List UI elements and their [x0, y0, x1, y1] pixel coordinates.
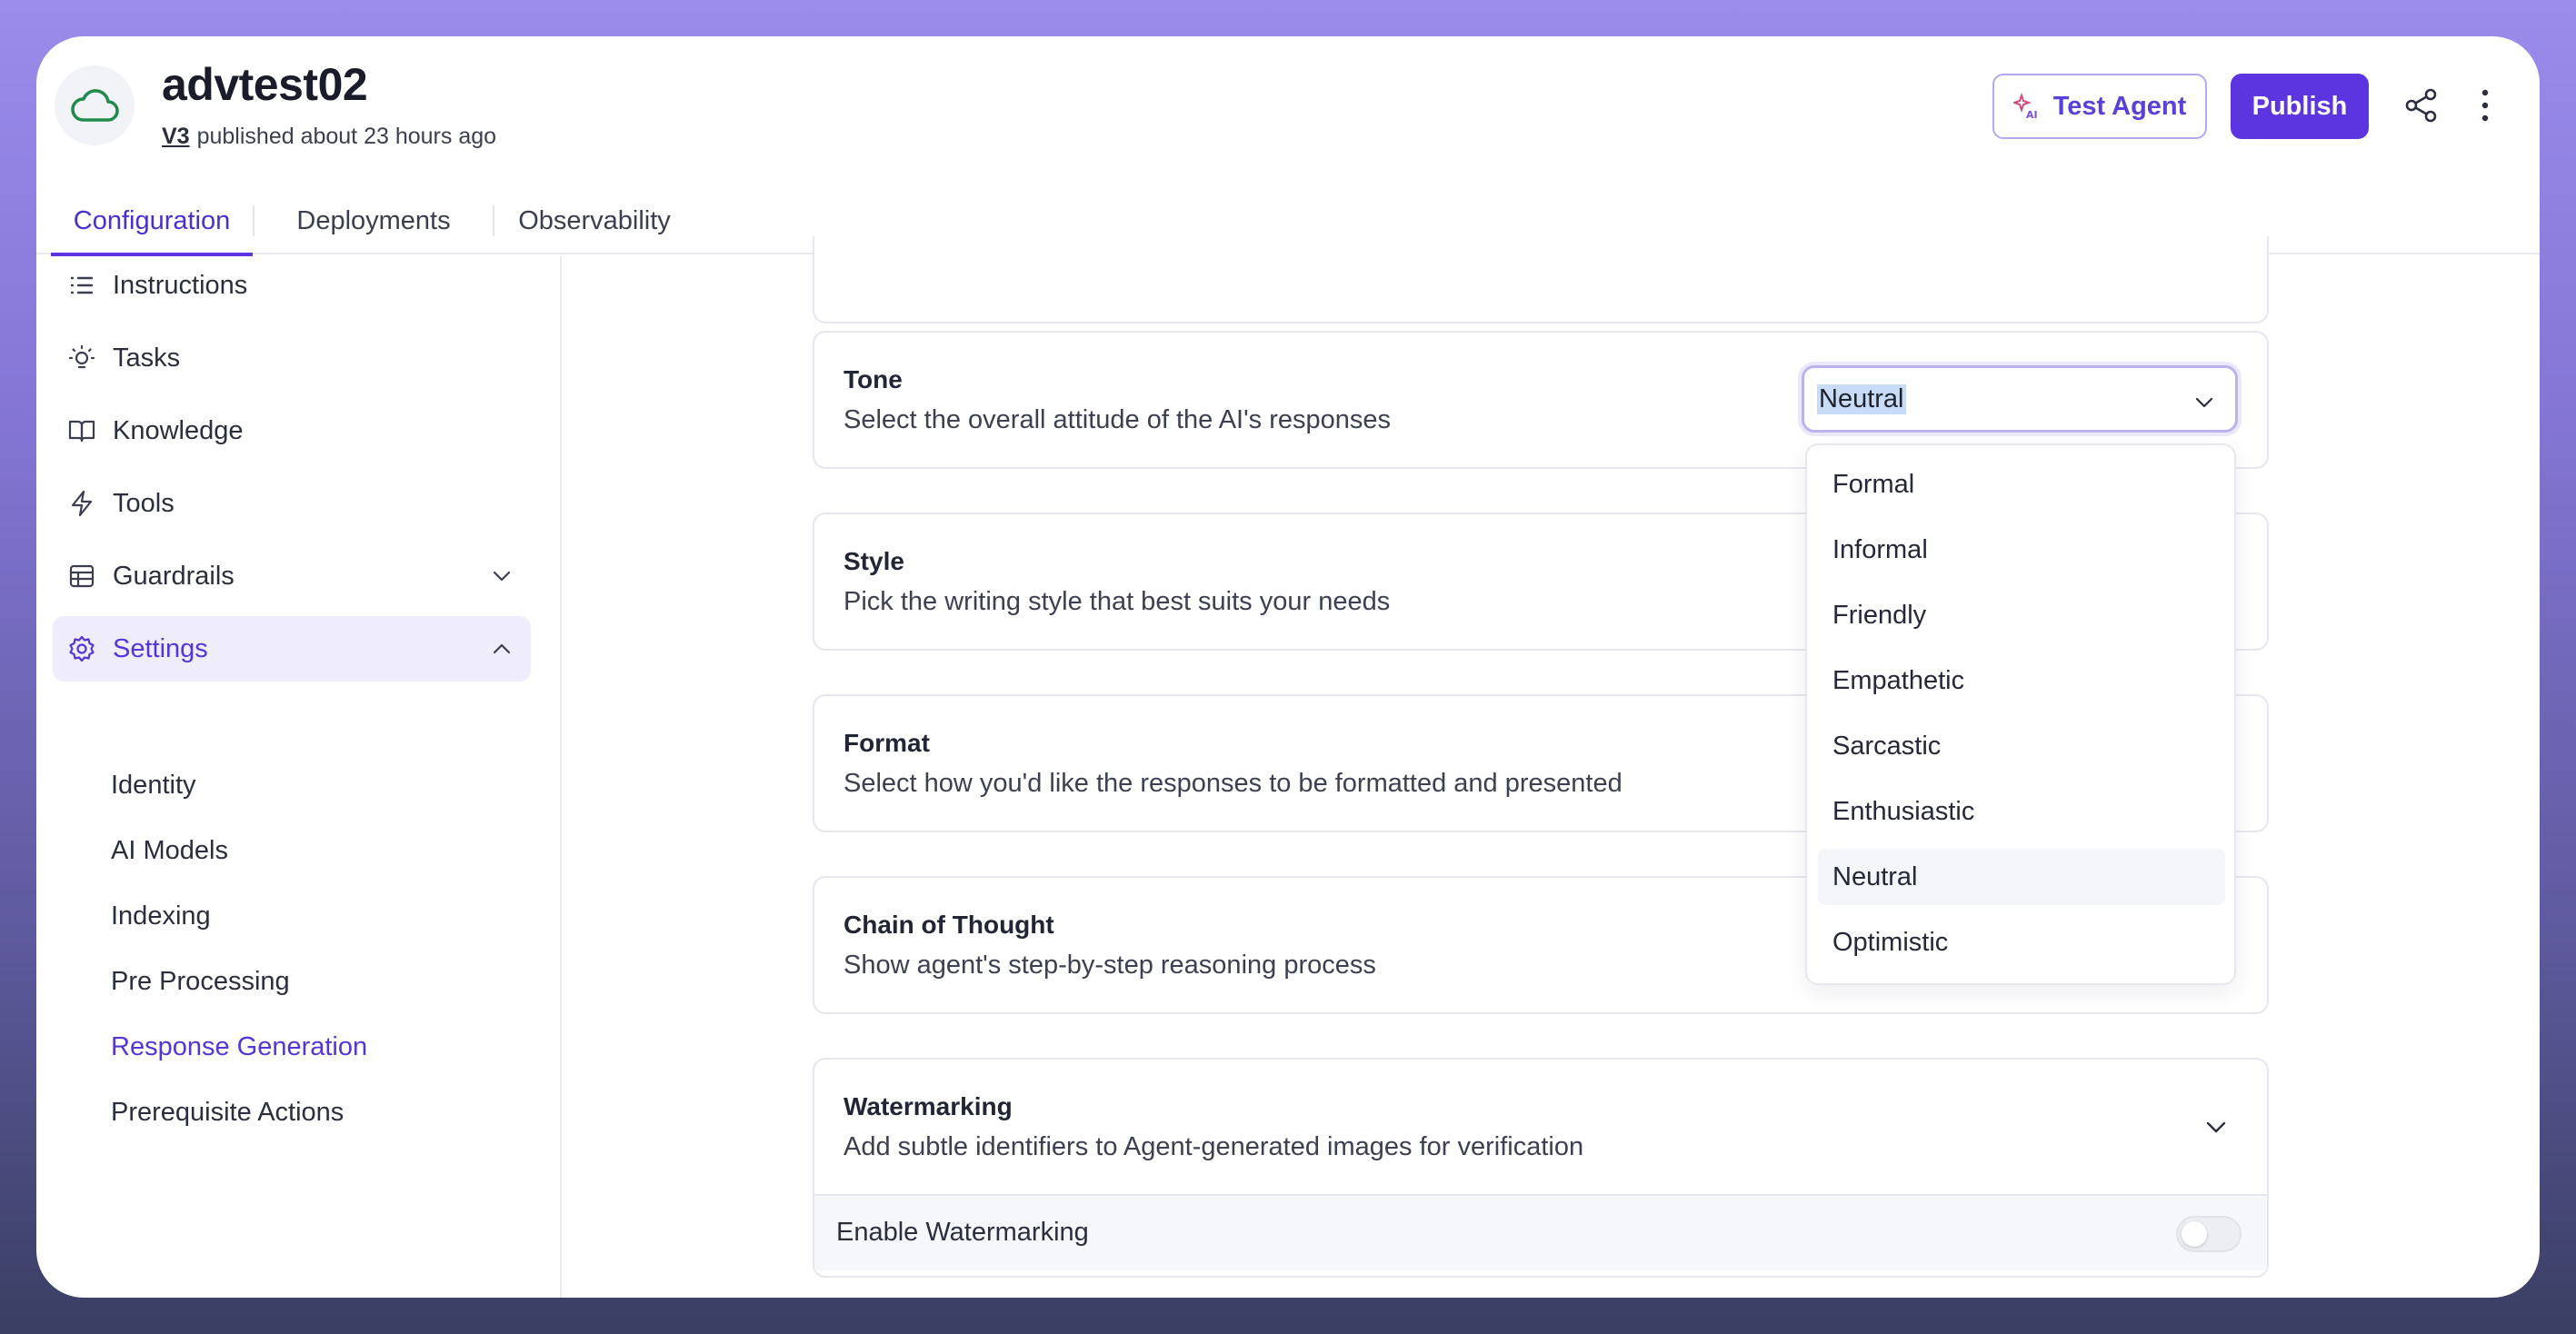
- sidebar-item-settings[interactable]: Settings: [53, 616, 531, 682]
- sidebar-item-knowledge[interactable]: Knowledge: [53, 398, 531, 463]
- previous-setting-card: [813, 236, 2269, 324]
- watermarking-description: Add subtle identifiers to Agent-generate…: [844, 1132, 1584, 1161]
- table-icon: [65, 560, 98, 592]
- enable-watermarking-toggle[interactable]: [2176, 1216, 2242, 1252]
- watermarking-settings: Enable Watermarking: [814, 1194, 2267, 1270]
- publish-status: V3 published about 23 hours ago: [162, 124, 496, 150]
- tone-option-enthusiastic[interactable]: Enthusiastic: [1818, 783, 2225, 840]
- sidebar-item-instructions[interactable]: Instructions: [53, 253, 531, 318]
- sidebar-subitem-prerequisite-actions[interactable]: Prerequisite Actions: [111, 1098, 344, 1128]
- tab-configuration[interactable]: Configuration: [51, 187, 253, 256]
- sidebar-item-label: Settings: [113, 633, 208, 663]
- format-description: Select how you'd like the responses to b…: [844, 769, 1622, 798]
- sidebar-item-label: Knowledge: [113, 415, 244, 445]
- tone-option-formal[interactable]: Formal: [1818, 456, 2225, 513]
- watermarking-title: Watermarking: [844, 1092, 1013, 1120]
- tone-option-neutral[interactable]: Neutral: [1818, 849, 2225, 905]
- book-icon: [65, 414, 98, 447]
- cloud-icon: [71, 89, 119, 122]
- enable-watermarking-label: Enable Watermarking: [836, 1218, 1089, 1247]
- ai-sparkle-icon: AI: [2012, 93, 2038, 120]
- sidebar-item-label: Tasks: [113, 343, 181, 373]
- agent-avatar: [55, 65, 135, 145]
- chain-of-thought-title: Chain of Thought: [844, 911, 1054, 939]
- gear-icon: [65, 632, 98, 665]
- published-text: published about 23 hours ago: [196, 124, 497, 149]
- tone-option-optimistic[interactable]: Optimistic: [1818, 914, 2225, 971]
- sidebar-item-label: Tools: [113, 488, 175, 518]
- version-link[interactable]: V3: [162, 124, 190, 149]
- sidebar: Instructions Tasks Knowledge Tools Guard…: [36, 256, 562, 1298]
- publish-button[interactable]: Publish: [2231, 74, 2369, 139]
- chevron-up-icon: [493, 643, 511, 654]
- tone-option-informal[interactable]: Informal: [1818, 522, 2225, 578]
- test-agent-button[interactable]: AI Test Agent: [1992, 74, 2207, 139]
- sidebar-subitem-response-generation[interactable]: Response Generation: [111, 1032, 367, 1062]
- tone-dropdown-menu: Formal Informal Friendly Empathetic Sarc…: [1805, 443, 2236, 985]
- bolt-icon: [65, 487, 98, 520]
- sidebar-subitem-indexing[interactable]: Indexing: [111, 901, 211, 931]
- tone-option-friendly[interactable]: Friendly: [1818, 587, 2225, 643]
- agent-title: advtest02: [162, 59, 368, 110]
- sidebar-item-guardrails[interactable]: Guardrails: [53, 543, 531, 609]
- lightbulb-icon: [65, 342, 98, 374]
- more-options-icon[interactable]: [2476, 87, 2494, 124]
- sidebar-item-tasks[interactable]: Tasks: [53, 325, 531, 391]
- chevron-down-icon: [2195, 397, 2213, 408]
- tone-select[interactable]: Neutral: [1802, 365, 2238, 433]
- toggle-knob: [2182, 1221, 2207, 1247]
- tone-description: Select the overall attitude of the AI's …: [844, 405, 1392, 434]
- chain-of-thought-description: Show agent's step-by-step reasoning proc…: [844, 951, 1376, 980]
- tone-select-value: Neutral: [1817, 384, 1906, 414]
- svg-text:AI: AI: [2026, 109, 2038, 120]
- tone-option-empathetic[interactable]: Empathetic: [1818, 652, 2225, 709]
- list-icon: [65, 269, 98, 302]
- tone-option-sarcastic[interactable]: Sarcastic: [1818, 718, 2225, 774]
- style-description: Pick the writing style that best suits y…: [844, 587, 1391, 616]
- format-title: Format: [844, 729, 930, 757]
- sidebar-item-label: Instructions: [113, 270, 248, 300]
- tab-bar: Configuration Deployments Observability: [51, 187, 694, 256]
- sidebar-subitem-pre-processing[interactable]: Pre Processing: [111, 967, 290, 997]
- tab-deployments[interactable]: Deployments: [255, 187, 493, 254]
- chevron-down-icon[interactable]: [2202, 1112, 2231, 1141]
- share-icon[interactable]: [2403, 87, 2440, 124]
- sidebar-subitem-identity[interactable]: Identity: [111, 771, 196, 801]
- tone-title: Tone: [844, 365, 903, 393]
- app-window: advtest02 V3 published about 23 hours ago…: [36, 36, 2540, 1298]
- style-title: Style: [844, 547, 904, 575]
- sidebar-subitem-ai-models[interactable]: AI Models: [111, 836, 228, 866]
- sidebar-item-label: Guardrails: [113, 561, 235, 591]
- chevron-down-icon: [493, 571, 511, 582]
- tab-observability[interactable]: Observability: [494, 187, 694, 254]
- sidebar-item-tools[interactable]: Tools: [53, 471, 531, 536]
- header: advtest02 V3 published about 23 hours ago…: [36, 36, 2540, 256]
- test-agent-label: Test Agent: [2052, 91, 2187, 121]
